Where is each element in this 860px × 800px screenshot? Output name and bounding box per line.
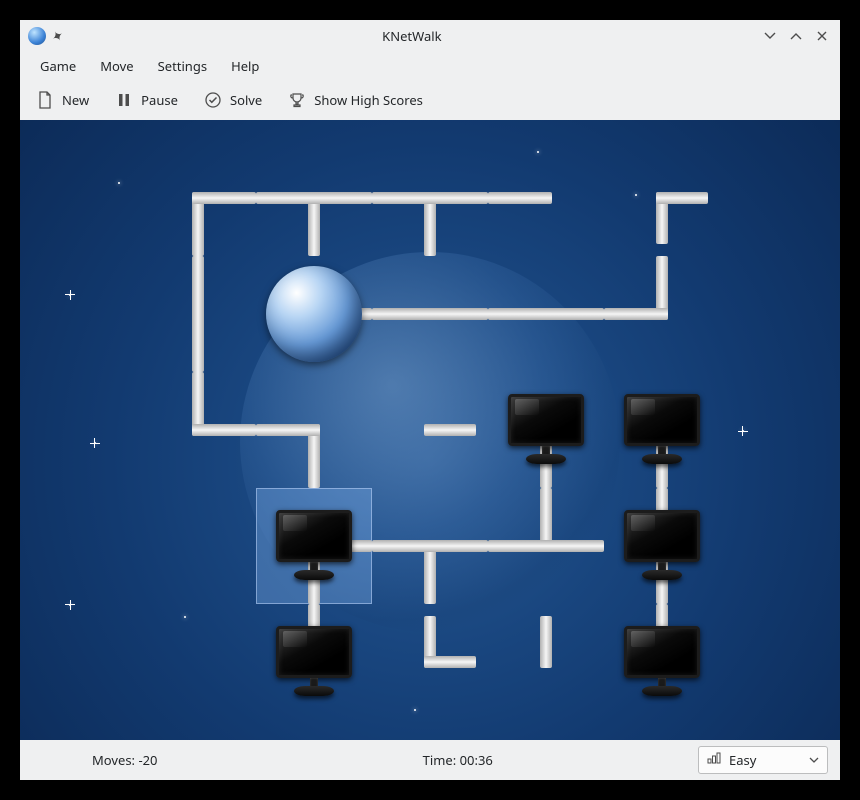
titlebar: ✦ KNetWalk (20, 20, 840, 52)
game-cell[interactable] (488, 140, 604, 256)
highscores-button[interactable]: Show High Scores (284, 87, 427, 113)
terminal-node (622, 506, 702, 586)
game-cell[interactable] (488, 372, 604, 488)
time-value: 00:36 (460, 751, 493, 769)
terminal-node (622, 390, 702, 470)
game-cell[interactable] (140, 140, 256, 256)
menu-move[interactable]: Move (90, 53, 143, 79)
game-cell[interactable] (256, 372, 372, 488)
new-button[interactable]: New (32, 87, 93, 113)
game-cell[interactable] (604, 604, 720, 720)
check-circle-icon (204, 91, 222, 109)
game-cell[interactable] (604, 256, 720, 372)
menu-game[interactable]: Game (30, 53, 86, 79)
menu-help[interactable]: Help (221, 53, 269, 79)
game-cell[interactable] (372, 256, 488, 372)
game-cell[interactable] (604, 372, 720, 488)
terminal-node (274, 506, 354, 586)
game-cell[interactable] (372, 140, 488, 256)
app-icon (28, 27, 46, 45)
game-cell[interactable] (604, 140, 720, 256)
toolbar: New Pause Solve Show High Scores (20, 80, 840, 120)
menu-settings[interactable]: Settings (148, 53, 217, 79)
solve-button[interactable]: Solve (200, 87, 266, 113)
moves-value: -20 (138, 751, 157, 769)
game-cell[interactable] (256, 604, 372, 720)
pause-label: Pause (141, 91, 178, 109)
game-cell[interactable] (372, 604, 488, 720)
terminal-node (274, 622, 354, 702)
game-cell[interactable] (488, 256, 604, 372)
game-cell[interactable] (372, 488, 488, 604)
game-board[interactable] (20, 120, 840, 740)
window-title: KNetWalk (70, 27, 754, 45)
game-cell[interactable] (256, 488, 372, 604)
time-label: Time: (423, 751, 457, 769)
maximize-button[interactable] (786, 26, 806, 46)
game-cell[interactable] (140, 488, 256, 604)
pin-icon[interactable]: ✦ (48, 25, 68, 47)
game-cell[interactable] (140, 604, 256, 720)
file-new-icon (36, 91, 54, 109)
bars-icon (707, 751, 721, 769)
difficulty-value: Easy (729, 751, 756, 769)
menubar: Game Move Settings Help (20, 52, 840, 80)
close-button[interactable] (812, 26, 832, 46)
game-cell[interactable] (488, 488, 604, 604)
new-label: New (62, 91, 89, 109)
moves-label: Moves: (92, 751, 135, 769)
minimize-button[interactable] (760, 26, 780, 46)
pause-button[interactable]: Pause (111, 87, 182, 113)
difficulty-select[interactable]: Easy (698, 746, 828, 774)
terminal-node (506, 390, 586, 470)
chevron-down-icon (764, 30, 776, 42)
server-node (266, 266, 362, 362)
moves-status: Moves: -20 (32, 751, 218, 769)
game-cell[interactable] (140, 256, 256, 372)
game-cell[interactable] (604, 488, 720, 604)
game-cell[interactable] (488, 604, 604, 720)
time-status: Time: 00:36 (363, 751, 553, 769)
game-cell[interactable] (372, 372, 488, 488)
chevron-down-icon (809, 751, 819, 769)
game-cell[interactable] (256, 256, 372, 372)
game-cell[interactable] (256, 140, 372, 256)
game-grid (140, 140, 720, 720)
close-icon (816, 30, 828, 42)
trophy-icon (288, 91, 306, 109)
pause-icon (115, 91, 133, 109)
app-window: ✦ KNetWalk Game Move Settings Help New P… (20, 20, 840, 780)
chevron-up-icon (790, 30, 802, 42)
terminal-node (622, 622, 702, 702)
solve-label: Solve (230, 91, 262, 109)
game-cell[interactable] (140, 372, 256, 488)
highscores-label: Show High Scores (314, 91, 423, 109)
statusbar: Moves: -20 Time: 00:36 Easy (20, 740, 840, 780)
